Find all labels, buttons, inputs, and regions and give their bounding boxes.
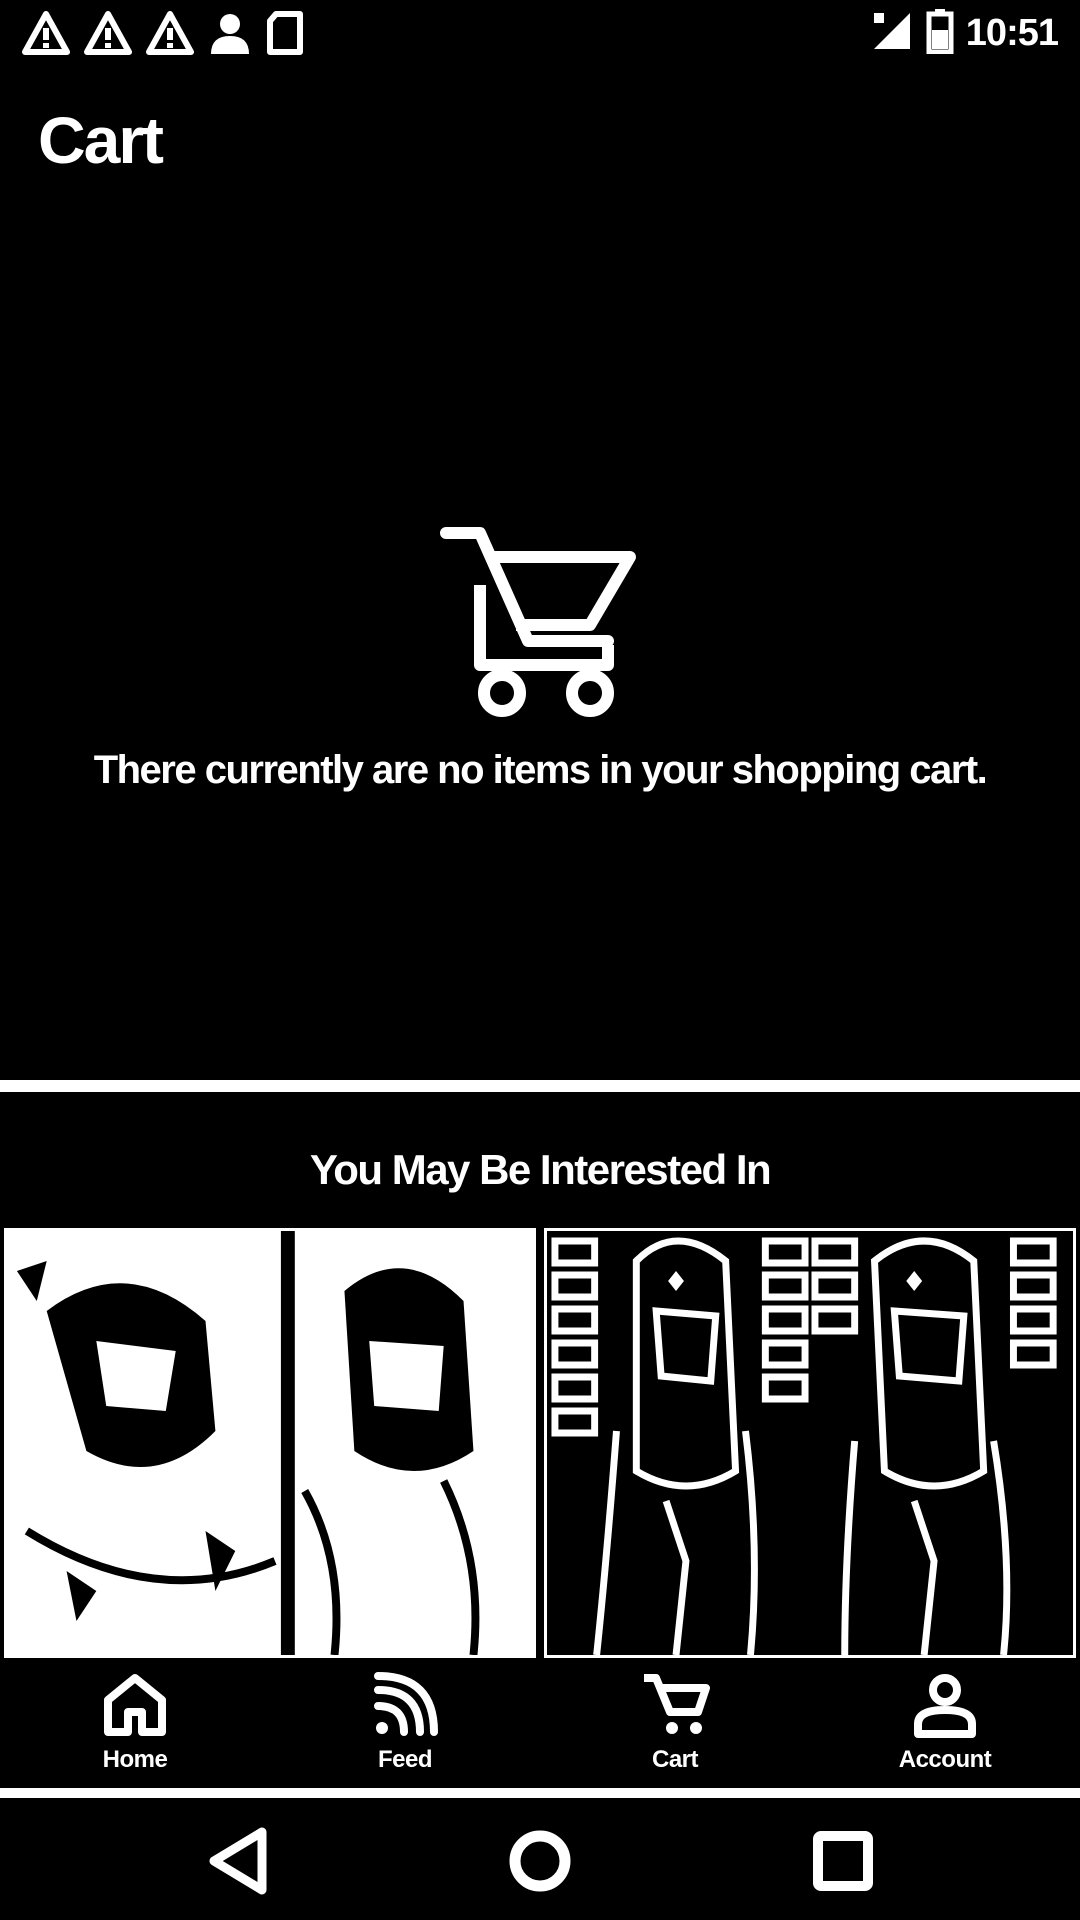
status-bar: 10:51	[0, 0, 1080, 66]
warning-icon	[22, 11, 70, 55]
product-image	[7, 1231, 533, 1655]
bottom-navigation: Home Feed Cart Account	[0, 1660, 1080, 1788]
nav-item-home[interactable]: Home	[0, 1660, 270, 1788]
circle-home-icon	[509, 1830, 571, 1892]
back-icon	[209, 1827, 267, 1895]
home-button[interactable]	[505, 1826, 575, 1896]
cart-icon	[440, 525, 640, 720]
home-icon	[100, 1670, 170, 1740]
account-icon	[208, 10, 252, 56]
page-title: Cart	[38, 103, 164, 177]
nav-divider	[0, 1788, 1080, 1798]
nav-label: Account	[898, 1746, 992, 1773]
status-system-icons: 10:51	[870, 8, 1059, 59]
back-button[interactable]	[204, 1826, 274, 1896]
recommendations-title: You May Be Interested In	[309, 1146, 772, 1193]
nav-label: Home	[102, 1746, 168, 1773]
nav-label: Cart	[651, 1746, 699, 1773]
warning-icon	[146, 11, 194, 55]
sd-card-icon	[266, 11, 304, 55]
status-notification-icons	[22, 8, 304, 58]
recents-button[interactable]	[808, 1826, 878, 1896]
battery-icon	[926, 8, 954, 59]
product-image	[547, 1231, 1073, 1655]
warning-icon	[84, 11, 132, 55]
account-icon	[910, 1670, 980, 1740]
cart-icon	[640, 1670, 710, 1740]
empty-cart-message: There currently are no items in your sho…	[93, 748, 988, 792]
nav-item-account[interactable]: Account	[810, 1660, 1080, 1788]
signal-icon	[870, 9, 914, 58]
section-divider	[0, 1080, 1080, 1092]
recommendations-grid	[4, 1228, 1076, 1658]
recommended-product-card[interactable]	[544, 1228, 1076, 1658]
system-navigation-bar	[0, 1798, 1080, 1920]
feed-icon	[370, 1670, 440, 1740]
nav-item-cart[interactable]: Cart	[540, 1660, 810, 1788]
recommended-product-card[interactable]	[4, 1228, 536, 1658]
square-recents-icon	[813, 1831, 873, 1891]
status-time: 10:51	[965, 11, 1059, 54]
nav-item-feed[interactable]: Feed	[270, 1660, 540, 1788]
nav-label: Feed	[377, 1746, 433, 1773]
